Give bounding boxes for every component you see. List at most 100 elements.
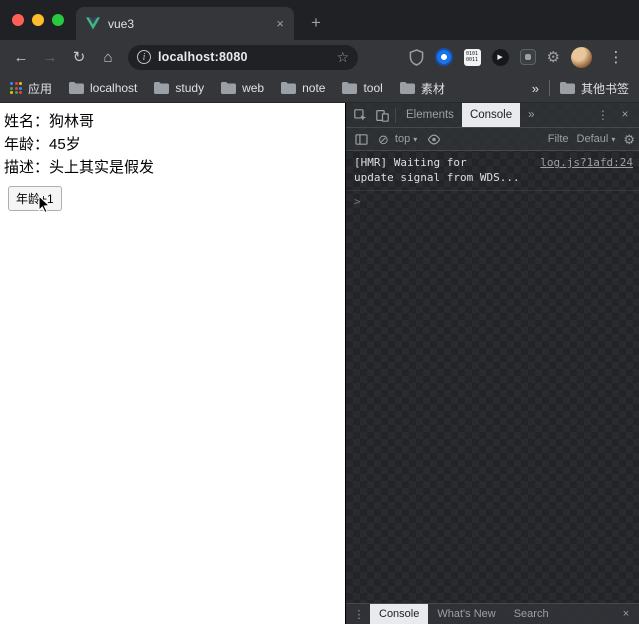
tab-console[interactable]: Console: [461, 103, 521, 127]
bookmark-folder-sucai[interactable]: 素材: [399, 80, 445, 97]
bookmark-label: note: [302, 81, 326, 95]
devtools-drawer-bar: ⋮ Console What's New Search ×: [346, 603, 639, 624]
folder-icon: [281, 82, 297, 94]
navigation-bar: ← → ↻ ⌂ i localhost:8080 ☆ 0101 0011 ▶ ⚙…: [0, 40, 639, 74]
address-bar[interactable]: i localhost:8080 ☆: [128, 44, 358, 70]
console-message-text-1: [HMR] Waiting for: [354, 156, 467, 169]
live-expression-eye-icon[interactable]: [423, 128, 445, 150]
context-selector[interactable]: top ▾: [395, 133, 417, 145]
bookmark-label: study: [175, 81, 205, 95]
tabbar-divider: [395, 107, 396, 123]
levels-label: Defaul: [576, 133, 609, 145]
console-toolbar: ⊘ top ▾ Filte Defaul ▾ ⚙: [346, 128, 639, 151]
bookmarks-bar: 应用 localhost study web note tool 素材 » 其他…: [0, 74, 639, 103]
folder-icon: [559, 82, 575, 94]
forward-button[interactable]: →: [37, 44, 63, 70]
extensions-area: 0101 0011 ▶ ⚙ ⋮: [409, 44, 631, 70]
profile-avatar[interactable]: [571, 46, 592, 68]
devtools-menu-icon[interactable]: ⋮: [592, 103, 614, 127]
tab-elements[interactable]: Elements: [398, 103, 462, 127]
bookmark-folder-note[interactable]: note: [281, 81, 325, 95]
bookmarks-right-group: » 其他书签: [532, 80, 629, 97]
age-increment-button[interactable]: 年龄+1: [8, 186, 62, 211]
console-log-area[interactable]: [HMR] Waiting for log.js?1afd:24 update …: [346, 151, 639, 603]
clear-console-icon[interactable]: ⊘: [378, 133, 389, 146]
other-bookmarks[interactable]: 其他书签: [559, 80, 629, 97]
binary-extension-icon[interactable]: 0101 0011: [463, 48, 481, 66]
tab-title: vue3: [108, 16, 135, 31]
devtools-tabbar: Elements Console » ⋮ ×: [346, 103, 639, 128]
bookmark-folder-localhost[interactable]: localhost: [69, 81, 137, 95]
log-levels-selector[interactable]: Defaul ▾: [577, 133, 616, 145]
drawer-tab-search[interactable]: Search: [505, 604, 558, 624]
browser-menu-icon[interactable]: ⋮: [603, 44, 629, 70]
drawer-close-icon[interactable]: ×: [615, 604, 637, 624]
context-label: top: [394, 133, 411, 145]
console-message: [HMR] Waiting for log.js?1afd:24 update …: [346, 151, 639, 191]
circle-extension-icon[interactable]: [434, 48, 453, 66]
age-line: 年龄：45岁: [4, 136, 81, 153]
desc-line: 描述：头上其实是假发: [4, 159, 155, 176]
folder-icon: [69, 82, 85, 94]
drawer-tab-console[interactable]: Console: [370, 604, 429, 624]
dropdown-caret-icon: ▾: [413, 134, 418, 144]
apps-shortcut[interactable]: 应用: [10, 80, 52, 97]
drawer-tab-whats-new[interactable]: What's New: [428, 604, 504, 624]
folder-icon: [342, 82, 358, 94]
name-line: 姓名：狗林哥: [4, 113, 95, 130]
drawer-menu-icon[interactable]: ⋮: [348, 604, 370, 624]
back-button[interactable]: ←: [8, 44, 34, 70]
bookmarks-overflow-icon[interactable]: »: [532, 81, 539, 96]
vue-logo-icon: [86, 17, 100, 30]
tab-strip: vue3 × +: [0, 0, 639, 40]
new-tab-button[interactable]: +: [302, 9, 330, 37]
console-settings-gear-icon[interactable]: ⚙: [623, 133, 635, 146]
console-sidebar-icon[interactable]: [350, 128, 372, 150]
browser-window: vue3 × + ← → ↻ ⌂ i localhost:8080 ☆ 0101…: [0, 0, 639, 624]
age-button-wrap: 年龄+1: [8, 186, 62, 214]
console-prompt[interactable]: >: [346, 191, 639, 212]
browser-tab-vue3[interactable]: vue3 ×: [76, 7, 294, 40]
bookmark-star-icon[interactable]: ☆: [336, 49, 349, 66]
square-extension-icon[interactable]: [519, 49, 536, 65]
more-panels-icon[interactable]: »: [520, 103, 542, 127]
maximize-window-button[interactable]: [52, 14, 64, 26]
bookmark-label: 素材: [420, 81, 445, 96]
home-button[interactable]: ⌂: [95, 44, 121, 70]
bookmark-folder-study[interactable]: study: [154, 81, 204, 95]
close-window-button[interactable]: [12, 14, 24, 26]
binary-row-2: 0011: [466, 57, 479, 63]
other-bookmarks-label: 其他书签: [580, 81, 629, 96]
folder-icon: [221, 82, 237, 94]
devtools-panel: Elements Console » ⋮ × ⊘ top ▾ Filte Def…: [345, 103, 639, 624]
tab-close-icon[interactable]: ×: [276, 16, 284, 31]
bookmark-label: web: [242, 81, 265, 95]
source-link[interactable]: log.js?1afd:24: [540, 155, 633, 170]
folder-icon: [399, 82, 415, 94]
folder-icon: [154, 82, 170, 94]
apps-grid-icon: [10, 82, 22, 94]
devtools-close-icon[interactable]: ×: [614, 103, 636, 127]
bookmarks-divider: [548, 80, 550, 96]
bookmark-label: tool: [363, 81, 383, 95]
bookmark-folder-web[interactable]: web: [221, 81, 264, 95]
bookmark-label: localhost: [90, 81, 138, 95]
console-message-text-2: update signal from WDS...: [354, 171, 520, 184]
device-toolbar-icon[interactable]: [371, 103, 393, 127]
filter-input[interactable]: Filte: [548, 133, 569, 145]
content-area: 姓名：狗林哥 年龄：45岁 描述：头上其实是假发 年龄+1 Elements C…: [0, 103, 639, 624]
apps-label: 应用: [28, 81, 53, 96]
refresh-button[interactable]: ↻: [66, 44, 92, 70]
inspect-element-icon[interactable]: [349, 103, 371, 127]
shield-extension-icon[interactable]: [409, 48, 424, 66]
prompt-chevron-icon: >: [354, 195, 361, 208]
url-text: localhost:8080: [158, 50, 248, 64]
gear-extension-icon[interactable]: ⚙: [547, 50, 560, 65]
window-controls: [12, 14, 64, 26]
play-extension-icon[interactable]: ▶: [491, 48, 509, 66]
minimize-window-button[interactable]: [32, 14, 44, 26]
web-page: 姓名：狗林哥 年龄：45岁 描述：头上其实是假发 年龄+1: [0, 103, 345, 624]
bookmark-folder-tool[interactable]: tool: [342, 81, 383, 95]
site-info-icon[interactable]: i: [137, 50, 151, 64]
dropdown-caret-icon: ▾: [611, 134, 616, 144]
